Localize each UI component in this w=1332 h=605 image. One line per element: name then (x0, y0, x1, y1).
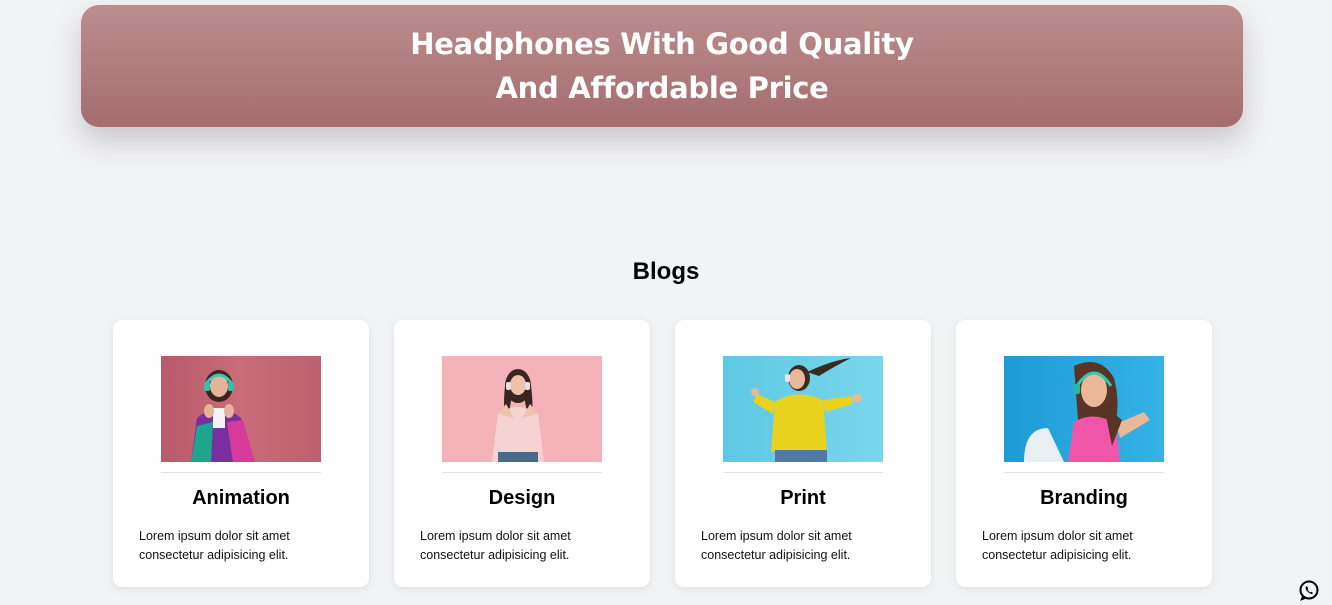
blog-card-design[interactable]: Design Lorem ipsum dolor sit amet consec… (394, 320, 650, 587)
card-divider (442, 472, 602, 473)
blog-card-text: Lorem ipsum dolor sit amet consectetur a… (701, 529, 852, 562)
card-divider (1004, 472, 1164, 473)
card-divider (723, 472, 883, 473)
woman-blue-background-illustration (1024, 362, 1150, 462)
blog-card-title: Design (488, 487, 556, 509)
blog-card-animation[interactable]: Animation Lorem ipsum dolor sit amet con… (113, 320, 369, 587)
page: Headphones With Good Quality And Afforda… (0, 0, 1332, 605)
blog-cards: Animation Lorem ipsum dolor sit amet con… (113, 320, 1212, 587)
blog-card-branding[interactable]: Branding Lorem ipsum dolor sit amet cons… (956, 320, 1212, 587)
woman-light-pink-background-illustration (492, 369, 544, 462)
hero-banner: Headphones With Good Quality And Afforda… (81, 5, 1243, 127)
whatsapp-icon-svg (1299, 580, 1319, 601)
blog-image-design (442, 356, 602, 462)
woman-cyan-background-illustration (751, 358, 862, 462)
blog-image-print (723, 356, 883, 462)
blogs-heading: Blogs (632, 258, 700, 285)
blog-card-text: Lorem ipsum dolor sit amet consectetur a… (982, 529, 1133, 562)
whatsapp-icon[interactable] (1298, 579, 1320, 601)
blog-card-title: Print (780, 487, 826, 509)
blog-image-branding (1004, 356, 1164, 462)
blog-card-print[interactable]: Print Lorem ipsum dolor sit amet consect… (675, 320, 931, 587)
blog-card-title: Branding (1040, 487, 1128, 509)
blog-card-text: Lorem ipsum dolor sit amet consectetur a… (420, 529, 571, 562)
hero-title: Headphones With Good Quality And Afforda… (410, 27, 914, 105)
blog-card-title: Animation (192, 487, 290, 509)
blog-image-animation (161, 356, 321, 462)
card-divider (161, 472, 321, 473)
blog-card-text: Lorem ipsum dolor sit amet consectetur a… (139, 529, 290, 562)
woman-pink-background-illustration (191, 370, 255, 462)
